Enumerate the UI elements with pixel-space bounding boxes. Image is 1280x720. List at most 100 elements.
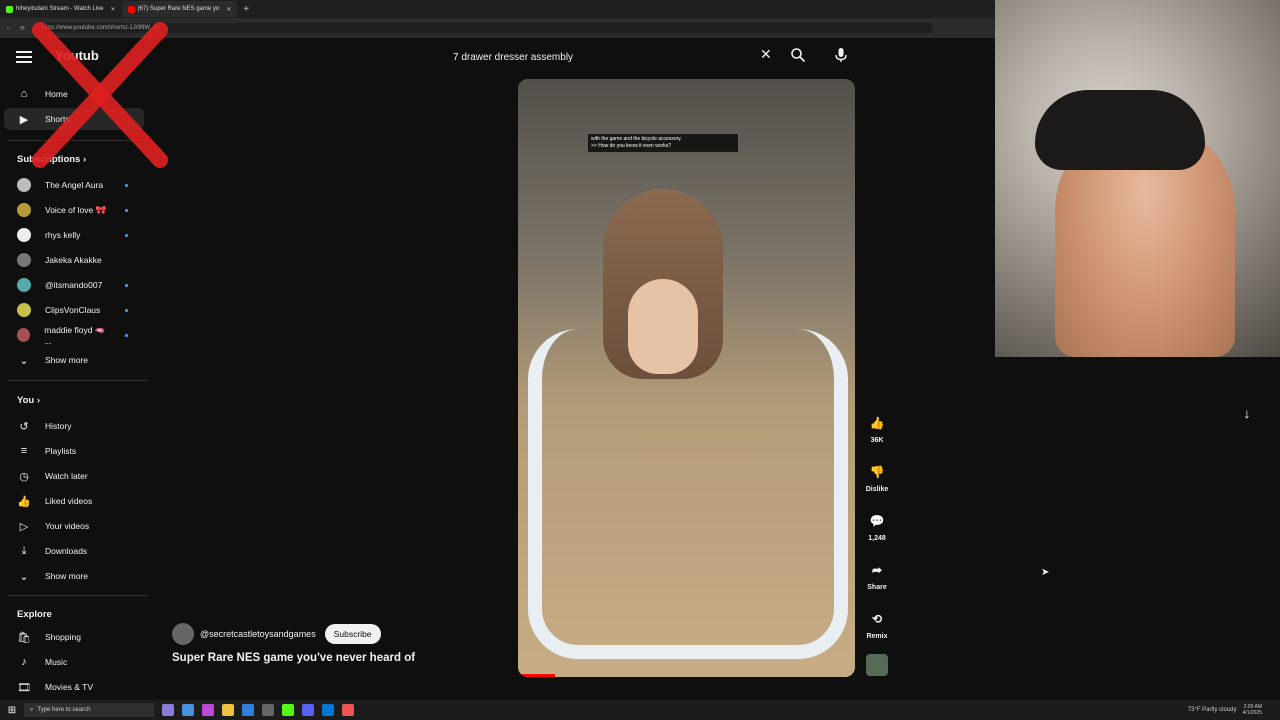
sidebar-item-label: @itsmando007 xyxy=(45,280,103,290)
sidebar-item-label: Voice of love 🎀 xyxy=(45,204,107,215)
arrow-down-icon[interactable]: ↓ xyxy=(1236,402,1258,424)
app-icon[interactable] xyxy=(162,704,174,716)
app-icon[interactable] xyxy=(242,704,254,716)
weather-widget[interactable]: 73°F Partly cloudy xyxy=(1188,707,1237,713)
reload-icon[interactable]: ⟳ xyxy=(20,25,25,32)
sidebar-item-liked-videos[interactable]: 👍 Liked videos xyxy=(0,490,148,512)
tab-kick-stream[interactable]: hiheyitsdani Stream - Watch Live ✕ xyxy=(0,1,122,17)
app-icon[interactable] xyxy=(282,704,294,716)
share-icon: ➦ xyxy=(871,563,883,577)
subscriptions-heading[interactable]: Subscriptions › xyxy=(17,154,86,165)
remix-button[interactable]: ⟲ Remix xyxy=(862,608,892,640)
sidebar-item-home[interactable]: ⌂ Home xyxy=(0,83,148,105)
clock-date: 4/1/2025 xyxy=(1242,710,1262,716)
taskbar-search-placeholder: Type here to search xyxy=(37,707,91,713)
clock[interactable]: 2:00 AM 4/1/2025 xyxy=(1243,704,1262,716)
sidebar-item-playlists[interactable]: ≡ Playlists xyxy=(0,440,148,462)
sidebar-item-music[interactable]: ♪ Music xyxy=(0,651,148,673)
chevron-down-icon: ⌄ xyxy=(19,354,29,367)
thumbs-up-icon: 👍 xyxy=(869,416,885,430)
windows-taskbar: ⊞ ⌕ Type here to search 73°F Partly clou… xyxy=(0,700,1280,720)
music-icon: ♪ xyxy=(21,656,27,668)
channel-info: @secretcastletoysandgames Subscribe xyxy=(172,623,381,645)
sidebar-item-subscription[interactable]: rhys kelly xyxy=(0,224,148,246)
video-progress-bar[interactable] xyxy=(518,674,556,677)
browser-tab-strip: hiheyitsdani Stream - Watch Live ✕ (67) … xyxy=(0,0,995,18)
taskbar-search-input[interactable]: ⌕ Type here to search xyxy=(24,703,154,717)
app-icon[interactable] xyxy=(322,704,334,716)
dislike-button[interactable]: 👎 Dislike xyxy=(862,461,892,493)
close-tab-icon[interactable]: ✕ xyxy=(110,6,115,13)
new-content-dot xyxy=(125,308,128,312)
share-button[interactable]: ➦ Share xyxy=(862,559,892,591)
sidebar-item-shopping[interactable]: 🛍 Shopping xyxy=(0,626,148,648)
back-icon[interactable]: ← xyxy=(6,25,12,31)
comments-button[interactable]: 💬 1,248 xyxy=(862,510,892,542)
sound-thumbnail[interactable] xyxy=(862,654,892,679)
folder-icon[interactable] xyxy=(222,704,234,716)
shorts-icon: ▶ xyxy=(19,113,29,126)
kick-favicon-icon xyxy=(6,5,13,13)
clear-search-icon[interactable]: ✕ xyxy=(760,46,772,63)
play-icon: ▷ xyxy=(19,520,29,533)
tab-youtube[interactable]: (67) Super Rare NES game yo ✕ xyxy=(121,1,238,17)
sidebar-item-shorts[interactable]: ▶ Shorts xyxy=(4,108,144,130)
channel-avatar[interactable] xyxy=(172,623,194,645)
download-icon: ⤓ xyxy=(21,544,27,557)
video-bike-trainer xyxy=(528,329,848,659)
app-icon[interactable] xyxy=(342,704,354,716)
new-tab-icon[interactable]: + xyxy=(243,4,249,15)
comment-count: 1,248 xyxy=(868,535,886,542)
sidebar-item-label: maddie floyd 🫦 ... xyxy=(44,324,106,346)
youtube-header: Youtub 7 drawer dresser assembly ✕ xyxy=(0,38,995,76)
app-icon[interactable] xyxy=(262,704,274,716)
sidebar-item-history[interactable]: ↺ History xyxy=(0,415,148,437)
video-title[interactable]: Super Rare NES game you've never heard o… xyxy=(172,652,415,664)
sidebar-item-downloads[interactable]: ⤓ Downloads xyxy=(0,540,148,562)
history-icon: ↺ xyxy=(19,420,29,433)
sidebar-item-subscription[interactable]: @itsmando007 xyxy=(0,274,148,296)
show-more-you-button[interactable]: ⌄ Show more xyxy=(0,565,148,587)
avatar xyxy=(17,228,31,242)
sidebar-item-label: Movies & TV xyxy=(45,682,94,692)
sidebar-item-label: Shorts xyxy=(45,114,70,124)
hamburger-menu-icon[interactable] xyxy=(16,48,32,64)
app-icon[interactable] xyxy=(202,704,214,716)
remix-icon: ⟲ xyxy=(871,612,883,626)
youtube-logo[interactable]: Youtub xyxy=(55,48,99,63)
thumbs-down-icon: 👎 xyxy=(869,465,885,479)
microphone-icon[interactable] xyxy=(834,47,848,63)
sidebar-item-movies[interactable]: 🎞 Movies & TV xyxy=(0,676,148,698)
sidebar-item-subscription[interactable]: Voice of love 🎀 xyxy=(0,199,148,221)
sidebar-item-subscription[interactable]: ClipsVonClaus xyxy=(0,299,148,321)
new-content-dot xyxy=(125,283,128,287)
video-caption: with the game and the bicycle accessory.… xyxy=(588,134,738,152)
sidebar-item-subscription[interactable]: The Angel Aura xyxy=(0,174,148,196)
share-label: Share xyxy=(867,584,887,591)
like-button[interactable]: 👍 36K xyxy=(862,412,892,444)
sidebar-item-label: Music xyxy=(45,657,68,667)
sidebar-item-your-videos[interactable]: ▷ Your videos xyxy=(0,515,148,537)
app-icon[interactable] xyxy=(302,704,314,716)
windows-start-icon[interactable]: ⊞ xyxy=(0,700,24,720)
app-icon[interactable] xyxy=(182,704,194,716)
sidebar-item-subscription[interactable]: maddie floyd 🫦 ... xyxy=(0,324,148,346)
movies-icon: 🎞 xyxy=(17,681,31,694)
close-tab-icon[interactable]: ✕ xyxy=(226,6,231,13)
sidebar-item-watch-later[interactable]: ◷ Watch later xyxy=(0,465,148,487)
avatar xyxy=(17,178,31,192)
shorts-video-player[interactable]: with the game and the bicycle accessory.… xyxy=(518,79,855,677)
sidebar-item-subscription[interactable]: Jakeka Akakke xyxy=(0,249,148,271)
sidebar-item-label: History xyxy=(45,421,72,431)
like-count: 36K xyxy=(870,437,884,444)
channel-handle[interactable]: @secretcastletoysandgames xyxy=(200,629,316,639)
you-heading[interactable]: You › xyxy=(17,395,40,406)
show-more-subscriptions-button[interactable]: ⌄ Show more xyxy=(0,349,148,371)
subscribe-button[interactable]: Subscribe xyxy=(324,624,381,644)
webcam-overlay xyxy=(995,0,1280,357)
search-icon[interactable] xyxy=(790,47,806,63)
sidebar-item-label: Jakeka Akakke xyxy=(45,255,102,265)
new-content-dot xyxy=(125,208,128,212)
search-input[interactable]: 7 drawer dresser assembly xyxy=(447,46,784,68)
url-field[interactable]: https://www.youtube.com/shorts/-1Jr99W_x… xyxy=(33,23,934,33)
